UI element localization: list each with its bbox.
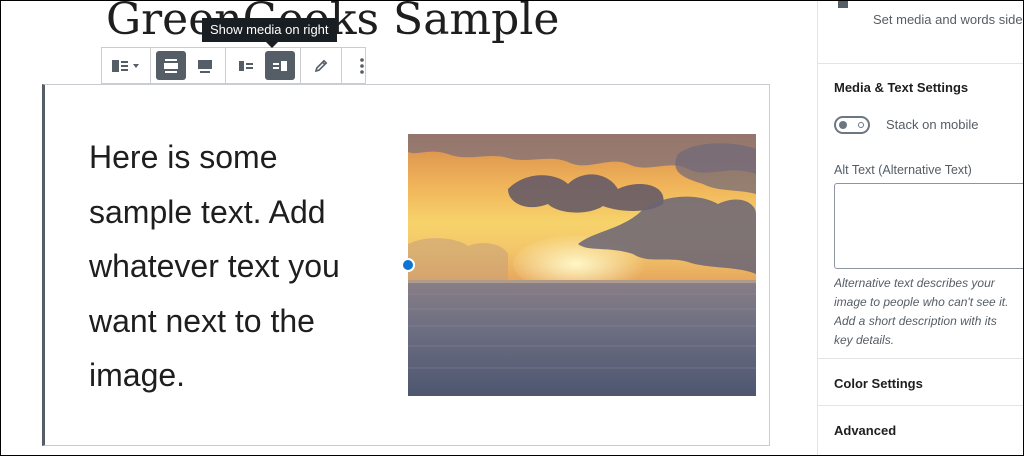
toggle-off-indicator (858, 122, 864, 128)
more-options-icon (354, 57, 370, 75)
media-left-icon (238, 58, 254, 74)
media-text-settings-heading[interactable]: Media & Text Settings (834, 80, 968, 95)
sidebar-divider (818, 405, 1024, 406)
alt-text-help: Alternative text describes your image to… (834, 274, 1024, 350)
toggle-knob (839, 121, 847, 129)
alt-text-field[interactable] (834, 183, 1024, 269)
block-paragraph[interactable]: Here is some sample text. Add whatever t… (89, 130, 389, 403)
stack-on-mobile-toggle[interactable] (834, 116, 870, 134)
wide-width-button[interactable] (156, 51, 186, 80)
block-description: Set media and words side by side for a r… (873, 12, 1024, 27)
show-media-right-button[interactable] (265, 51, 295, 80)
stack-on-mobile-label[interactable]: Stack on mobile (886, 117, 979, 132)
block-switcher-group (102, 48, 151, 83)
block-toolbar (101, 47, 366, 84)
alt-text-help-text: Alternative text describes your image to… (834, 276, 1009, 347)
alt-text-label: Alt Text (Alternative Text) (834, 163, 972, 177)
block-image[interactable] (408, 134, 756, 396)
color-settings-heading[interactable]: Color Settings (834, 376, 923, 391)
full-width-icon (197, 58, 213, 74)
full-width-button[interactable] (190, 51, 220, 80)
wide-width-icon (163, 58, 179, 74)
media-position-group (226, 48, 301, 83)
pencil-icon (313, 58, 329, 74)
more-options-button[interactable] (347, 51, 377, 80)
settings-sidebar: Set media and words side by side for a r… (817, 0, 1024, 456)
resize-handle[interactable] (401, 258, 415, 272)
media-right-icon (272, 58, 288, 74)
edit-media-button[interactable] (306, 51, 336, 80)
sidebar-divider (818, 358, 1024, 359)
tooltip: Show media on right (202, 18, 337, 48)
sidebar-divider (818, 63, 1024, 64)
advanced-heading[interactable]: Advanced (834, 423, 896, 438)
more-options-group (342, 48, 382, 83)
media-text-block-icon (838, 0, 848, 8)
block-type-icon (112, 58, 140, 74)
block-type-button[interactable] (107, 51, 145, 80)
alignment-group (151, 48, 226, 83)
show-media-left-button[interactable] (231, 51, 261, 80)
edit-media-group (301, 48, 342, 83)
